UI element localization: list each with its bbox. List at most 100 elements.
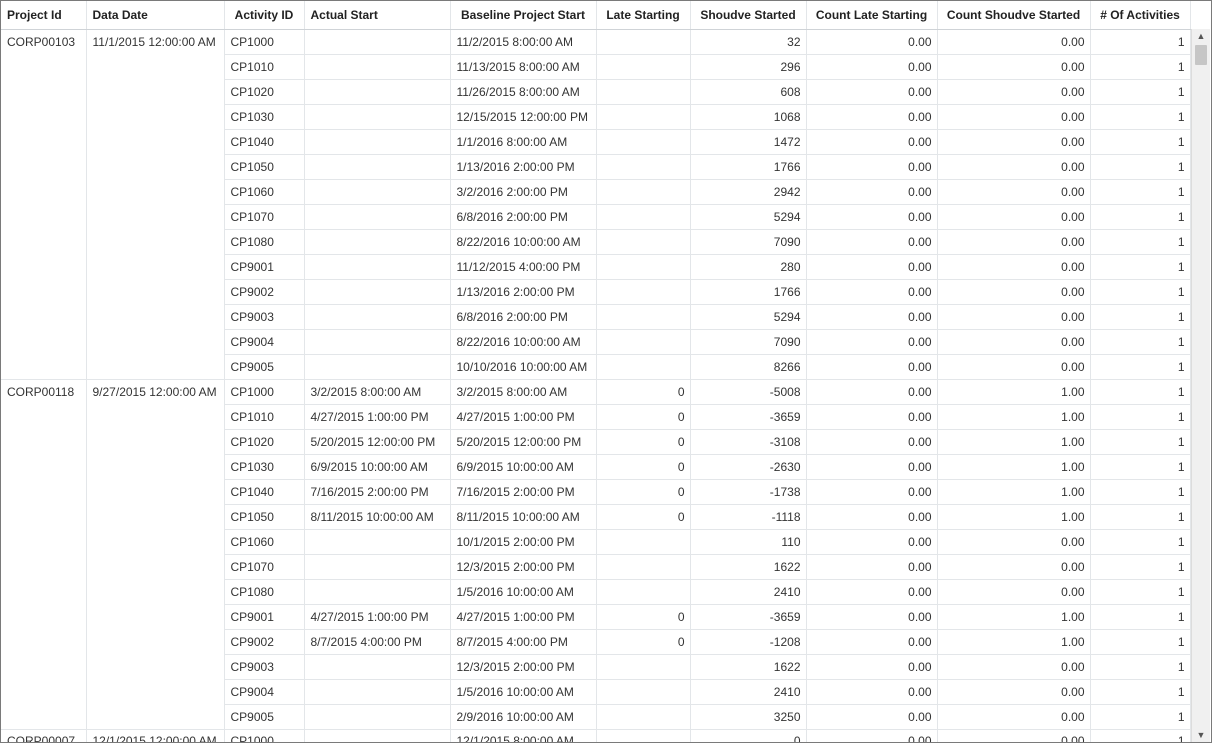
count-late-starting-cell: 0.00 <box>806 729 938 742</box>
col-header-baseline-project-start[interactable]: Baseline Project Start <box>450 1 597 30</box>
table-row[interactable]: CP1020 5/20/2015 12:00:00 PM 5/20/2015 12:… <box>1 429 1191 455</box>
actual-start-cell <box>304 179 451 205</box>
table-row[interactable]: CP9003 12/3/2015 2:00:00 PM 1622 0.00 0.00 1 <box>1 654 1191 680</box>
actual-start-cell <box>304 129 451 155</box>
table-row[interactable]: CP9003 6/8/2016 2:00:00 PM 5294 0.00 0.00 1 <box>1 304 1191 330</box>
data-date-cell <box>86 254 225 279</box>
table-row[interactable]: CP9002 1/13/2016 2:00:00 PM 1766 0.00 0.00 1 <box>1 279 1191 305</box>
activity-id-cell: CP1000 <box>224 379 305 405</box>
count-late-starting-cell: 0.00 <box>806 329 938 355</box>
scroll-up-icon[interactable]: ▲ <box>1192 29 1210 43</box>
count-late-starting-cell: 0.00 <box>806 479 938 505</box>
table-row[interactable]: CP1050 1/13/2016 2:00:00 PM 1766 0.00 0.00 1 <box>1 154 1191 180</box>
activities-count-cell: 1 <box>1090 704 1191 730</box>
table-row[interactable]: CP1080 8/22/2016 10:00:00 AM 7090 0.00 0.00 1 <box>1 229 1191 255</box>
col-header-actual-start[interactable]: Actual Start <box>304 1 451 30</box>
activity-id-cell: CP9004 <box>224 329 305 355</box>
count-late-starting-cell: 0.00 <box>806 354 938 380</box>
table-row[interactable]: CP9002 8/7/2015 4:00:00 PM 8/7/2015 4:00:0… <box>1 629 1191 655</box>
late-starting-cell <box>596 729 691 742</box>
scrollbar-thumb[interactable] <box>1195 45 1207 65</box>
col-header-count-shoudve-started[interactable]: Count Shoudve Started <box>937 1 1091 30</box>
count-late-starting-cell: 0.00 <box>806 179 938 205</box>
activity-id-cell: CP1050 <box>224 154 305 180</box>
actual-start-cell: 5/20/2015 12:00:00 PM <box>304 429 451 455</box>
table-row[interactable]: CP1050 8/11/2015 10:00:00 AM 8/11/2015 10:… <box>1 504 1191 530</box>
project-id-cell <box>1 329 87 354</box>
scroll-down-icon[interactable]: ▼ <box>1192 728 1210 742</box>
late-starting-cell <box>596 654 691 680</box>
project-id-cell <box>1 304 87 329</box>
table-row[interactable]: CORP00007 12/1/2015 12:00:00 AM CP1000 12/1… <box>1 729 1191 742</box>
table-row[interactable]: CP1010 11/13/2015 8:00:00 AM 296 0.00 0.00 1 <box>1 54 1191 80</box>
late-starting-cell <box>596 104 691 130</box>
count-shoudve-started-cell: 0.00 <box>937 354 1091 380</box>
table-row[interactable]: CP1070 6/8/2016 2:00:00 PM 5294 0.00 0.00 1 <box>1 204 1191 230</box>
table-row[interactable]: CP9004 8/22/2016 10:00:00 AM 7090 0.00 0.00 1 <box>1 329 1191 355</box>
count-late-starting-cell: 0.00 <box>806 579 938 605</box>
project-id-cell <box>1 654 87 679</box>
data-date-cell <box>86 179 225 204</box>
project-id-cell <box>1 629 87 654</box>
col-header-shoudve-started[interactable]: Shoudve Started <box>690 1 807 30</box>
activity-id-cell: CP1040 <box>224 129 305 155</box>
activities-count-cell: 1 <box>1090 679 1191 705</box>
table-row[interactable]: CP1060 3/2/2016 2:00:00 PM 2942 0.00 0.00 1 <box>1 179 1191 205</box>
data-date-cell <box>86 479 225 504</box>
activity-id-cell: CP1020 <box>224 429 305 455</box>
table-row[interactable]: CP9001 4/27/2015 1:00:00 PM 4/27/2015 1:00… <box>1 604 1191 630</box>
actual-start-cell: 8/7/2015 4:00:00 PM <box>304 629 451 655</box>
count-late-starting-cell: 0.00 <box>806 704 938 730</box>
table-row[interactable]: CP1060 10/1/2015 2:00:00 PM 110 0.00 0.00 1 <box>1 529 1191 555</box>
baseline-start-cell: 6/8/2016 2:00:00 PM <box>450 204 597 230</box>
col-header-data-date[interactable]: Data Date <box>86 1 225 30</box>
late-starting-cell <box>596 679 691 705</box>
table-row[interactable]: CP9005 2/9/2016 10:00:00 AM 3250 0.00 0.00 1 <box>1 704 1191 730</box>
table-row[interactable]: CP1010 4/27/2015 1:00:00 PM 4/27/2015 1:00… <box>1 404 1191 430</box>
table-row[interactable]: CP9001 11/12/2015 4:00:00 PM 280 0.00 0.00 1 <box>1 254 1191 280</box>
table-row[interactable]: CP9004 1/5/2016 10:00:00 AM 2410 0.00 0.00 1 <box>1 679 1191 705</box>
col-header-number-of-activities[interactable]: # Of Activities <box>1090 1 1191 30</box>
count-late-starting-cell: 0.00 <box>806 229 938 255</box>
count-shoudve-started-cell: 0.00 <box>937 154 1091 180</box>
table-row[interactable]: CORP00118 9/27/2015 12:00:00 AM CP1000 3/2/… <box>1 379 1191 405</box>
count-shoudve-started-cell: 0.00 <box>937 704 1091 730</box>
count-shoudve-started-cell: 1.00 <box>937 404 1091 430</box>
table-row[interactable]: CP1080 1/5/2016 10:00:00 AM 2410 0.00 0.00 1 <box>1 579 1191 605</box>
data-date-cell <box>86 329 225 354</box>
project-id-cell <box>1 229 87 254</box>
table-row[interactable]: CORP00103 11/1/2015 12:00:00 AM CP1000 11/2… <box>1 29 1191 55</box>
count-late-starting-cell: 0.00 <box>806 604 938 630</box>
col-header-project-id[interactable]: Project Id <box>1 1 87 30</box>
count-late-starting-cell: 0.00 <box>806 429 938 455</box>
data-date-cell <box>86 554 225 579</box>
table-row[interactable]: CP1030 12/15/2015 12:00:00 PM 1068 0.00 0.00… <box>1 104 1191 130</box>
activities-count-cell: 1 <box>1090 554 1191 580</box>
late-starting-cell <box>596 529 691 555</box>
late-starting-cell <box>596 179 691 205</box>
count-shoudve-started-cell: 0.00 <box>937 129 1091 155</box>
table-row[interactable]: CP1040 1/1/2016 8:00:00 AM 1472 0.00 0.00 1 <box>1 129 1191 155</box>
col-header-activity-id[interactable]: Activity ID <box>224 1 305 30</box>
data-date-cell <box>86 654 225 679</box>
activity-id-cell: CP1050 <box>224 504 305 530</box>
project-id-cell <box>1 129 87 154</box>
baseline-start-cell: 2/9/2016 10:00:00 AM <box>450 704 597 730</box>
baseline-start-cell: 10/10/2016 10:00:00 AM <box>450 354 597 380</box>
col-header-late-starting[interactable]: Late Starting <box>596 1 691 30</box>
table-row[interactable]: CP1040 7/16/2015 2:00:00 PM 7/16/2015 2:00… <box>1 479 1191 505</box>
vertical-scrollbar[interactable]: ▲ ▼ <box>1191 29 1210 742</box>
table-row[interactable]: CP9005 10/10/2016 10:00:00 AM 8266 0.00 0.00… <box>1 354 1191 380</box>
table-row[interactable]: CP1070 12/3/2015 2:00:00 PM 1622 0.00 0.00 1 <box>1 554 1191 580</box>
table-row[interactable]: CP1030 6/9/2015 10:00:00 AM 6/9/2015 10:00… <box>1 454 1191 480</box>
count-late-starting-cell: 0.00 <box>806 554 938 580</box>
count-shoudve-started-cell: 0.00 <box>937 54 1091 80</box>
table-row[interactable]: CP1020 11/26/2015 8:00:00 AM 608 0.00 0.00 1 <box>1 79 1191 105</box>
actual-start-cell <box>304 204 451 230</box>
shoudve-started-cell: 7090 <box>690 329 807 355</box>
late-starting-cell <box>596 54 691 80</box>
activity-id-cell: CP1010 <box>224 404 305 430</box>
count-shoudve-started-cell: 1.00 <box>937 479 1091 505</box>
project-id-cell <box>1 254 87 279</box>
col-header-count-late-starting[interactable]: Count Late Starting <box>806 1 938 30</box>
